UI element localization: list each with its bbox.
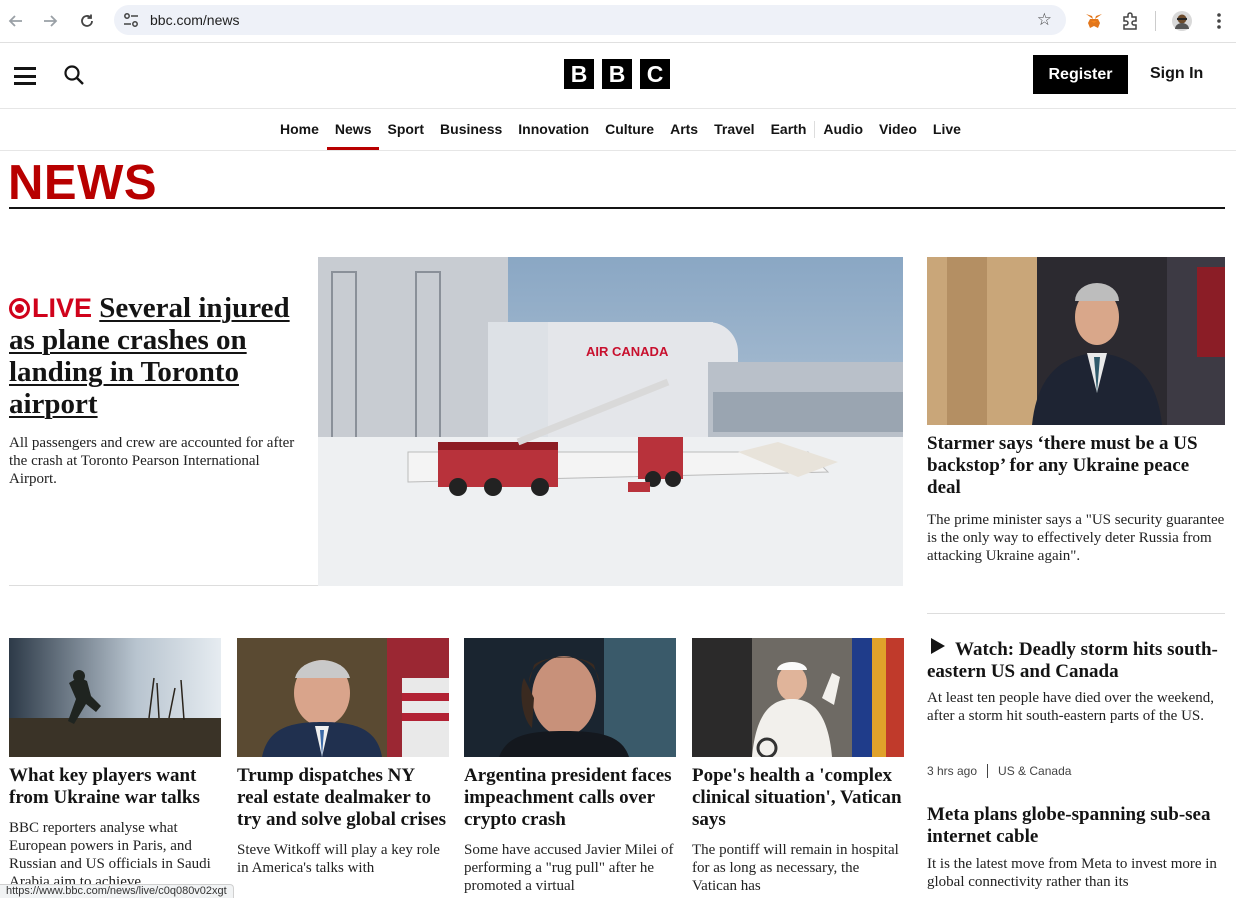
story-card[interactable]: Argentina president faces impeachment ca… [464, 638, 676, 895]
nav-item-travel[interactable]: Travel [706, 109, 762, 150]
bbc-logo-letter: B [564, 59, 594, 89]
bbc-logo-letter: B [602, 59, 632, 89]
bbc-logo[interactable]: B B C [564, 59, 670, 89]
card-headline[interactable]: What key players want from Ukraine war t… [9, 765, 221, 809]
lead-image-plane-crash[interactable]: AIR CANADA [318, 257, 903, 586]
card-summary: Some have accused Javier Milei of perfor… [464, 842, 674, 894]
metamask-fox-icon[interactable] [1082, 9, 1106, 33]
nav-item-live[interactable]: Live [925, 109, 969, 150]
nav-item-innovation[interactable]: Innovation [510, 109, 597, 150]
bbc-masthead: B B C Register Sign In [0, 43, 1236, 109]
storm-video-headline-text[interactable]: Watch: Deadly storm hits south-eastern U… [927, 639, 1218, 682]
lead-headline[interactable]: LIVE Several injured as plane crashes on… [9, 292, 304, 420]
card-summary: BBC reporters analyse what European powe… [9, 820, 211, 890]
nav-item-earth[interactable]: Earth [763, 109, 815, 150]
section-title: NEWS [8, 156, 157, 210]
story-card[interactable]: Pope's health a 'complex clinical situat… [692, 638, 904, 895]
menu-hamburger-icon[interactable] [14, 67, 36, 85]
nav-item-news[interactable]: News [326, 109, 380, 150]
nav-item-audio[interactable]: Audio [815, 109, 871, 150]
play-icon [931, 638, 945, 654]
toolbar-divider [1155, 11, 1156, 31]
meta-divider [987, 764, 989, 778]
nav-item-culture[interactable]: Culture [597, 109, 662, 150]
nav-item-business[interactable]: Business [432, 109, 510, 150]
extensions-puzzle-icon[interactable] [1118, 9, 1142, 33]
link-status-bar: https://www.bbc.com/news/live/c0q080v02x… [0, 884, 234, 898]
live-label: LIVE [32, 293, 93, 323]
bbc-logo-letter: C [640, 59, 670, 89]
browser-menu-icon[interactable] [1207, 9, 1231, 33]
section-nav: Home News Sport Business Innovation Cult… [0, 109, 1236, 151]
browser-toolbar: bbc.com/news ☆ [0, 0, 1236, 43]
site-info-icon[interactable] [122, 11, 140, 29]
pope-image[interactable] [692, 638, 904, 757]
air-canada-sign: AIR CANADA [586, 344, 669, 359]
section-title-rule [9, 207, 1225, 209]
storm-video-meta: 3 hrs ago US & Canada [927, 764, 1071, 778]
bookmark-star-icon[interactable]: ☆ [1037, 10, 1052, 30]
nav-item-arts[interactable]: Arts [662, 109, 706, 150]
starmer-headline[interactable]: Starmer says ‘there must be a US backsto… [927, 433, 1225, 499]
forward-icon[interactable] [38, 9, 62, 33]
meta-cable-summary: It is the latest move from Meta to inves… [927, 856, 1217, 890]
storm-video-headline[interactable]: Watch: Deadly storm hits south-eastern U… [927, 638, 1225, 683]
witkoff-image[interactable] [237, 638, 449, 757]
nav-item-sport[interactable]: Sport [379, 109, 432, 150]
storm-video-summary: At least ten people have died over the w… [927, 690, 1214, 724]
right-divider [927, 613, 1225, 614]
lead-divider [9, 585, 318, 586]
timestamp: 3 hrs ago [927, 764, 978, 778]
register-button[interactable]: Register [1033, 55, 1128, 94]
lead-summary: All passengers and crew are accounted fo… [9, 435, 295, 487]
milei-image[interactable] [464, 638, 676, 757]
live-icon [9, 298, 30, 319]
starmer-summary: The prime minister says a "US security g… [927, 512, 1225, 564]
profile-avatar[interactable] [1170, 9, 1194, 33]
card-summary: Steve Witkoff will play a key role in Am… [237, 842, 440, 876]
meta-cable-headline[interactable]: Meta plans globe-spanning sub-sea intern… [927, 804, 1225, 848]
url-text[interactable]: bbc.com/news [150, 12, 239, 28]
soldier-image[interactable] [9, 638, 221, 757]
nav-item-video[interactable]: Video [871, 109, 925, 150]
back-icon[interactable] [4, 9, 28, 33]
reload-icon[interactable] [75, 9, 99, 33]
search-icon[interactable] [62, 63, 86, 87]
card-headline[interactable]: Pope's health a 'complex clinical situat… [692, 765, 904, 831]
card-headline[interactable]: Argentina president faces impeachment ca… [464, 765, 676, 831]
card-headline[interactable]: Trump dispatches NY real estate dealmake… [237, 765, 449, 831]
starmer-image[interactable] [927, 257, 1225, 425]
nav-item-home[interactable]: Home [272, 109, 327, 150]
story-card[interactable]: Trump dispatches NY real estate dealmake… [237, 638, 449, 877]
sign-in-link[interactable]: Sign In [1150, 65, 1203, 83]
topic-tag[interactable]: US & Canada [998, 764, 1071, 778]
card-summary: The pontiff will remain in hospital for … [692, 842, 899, 894]
story-card[interactable]: What key players want from Ukraine war t… [9, 638, 221, 891]
address-bar[interactable]: bbc.com/news ☆ [114, 5, 1066, 35]
lead-story[interactable]: LIVE Several injured as plane crashes on… [9, 292, 304, 488]
